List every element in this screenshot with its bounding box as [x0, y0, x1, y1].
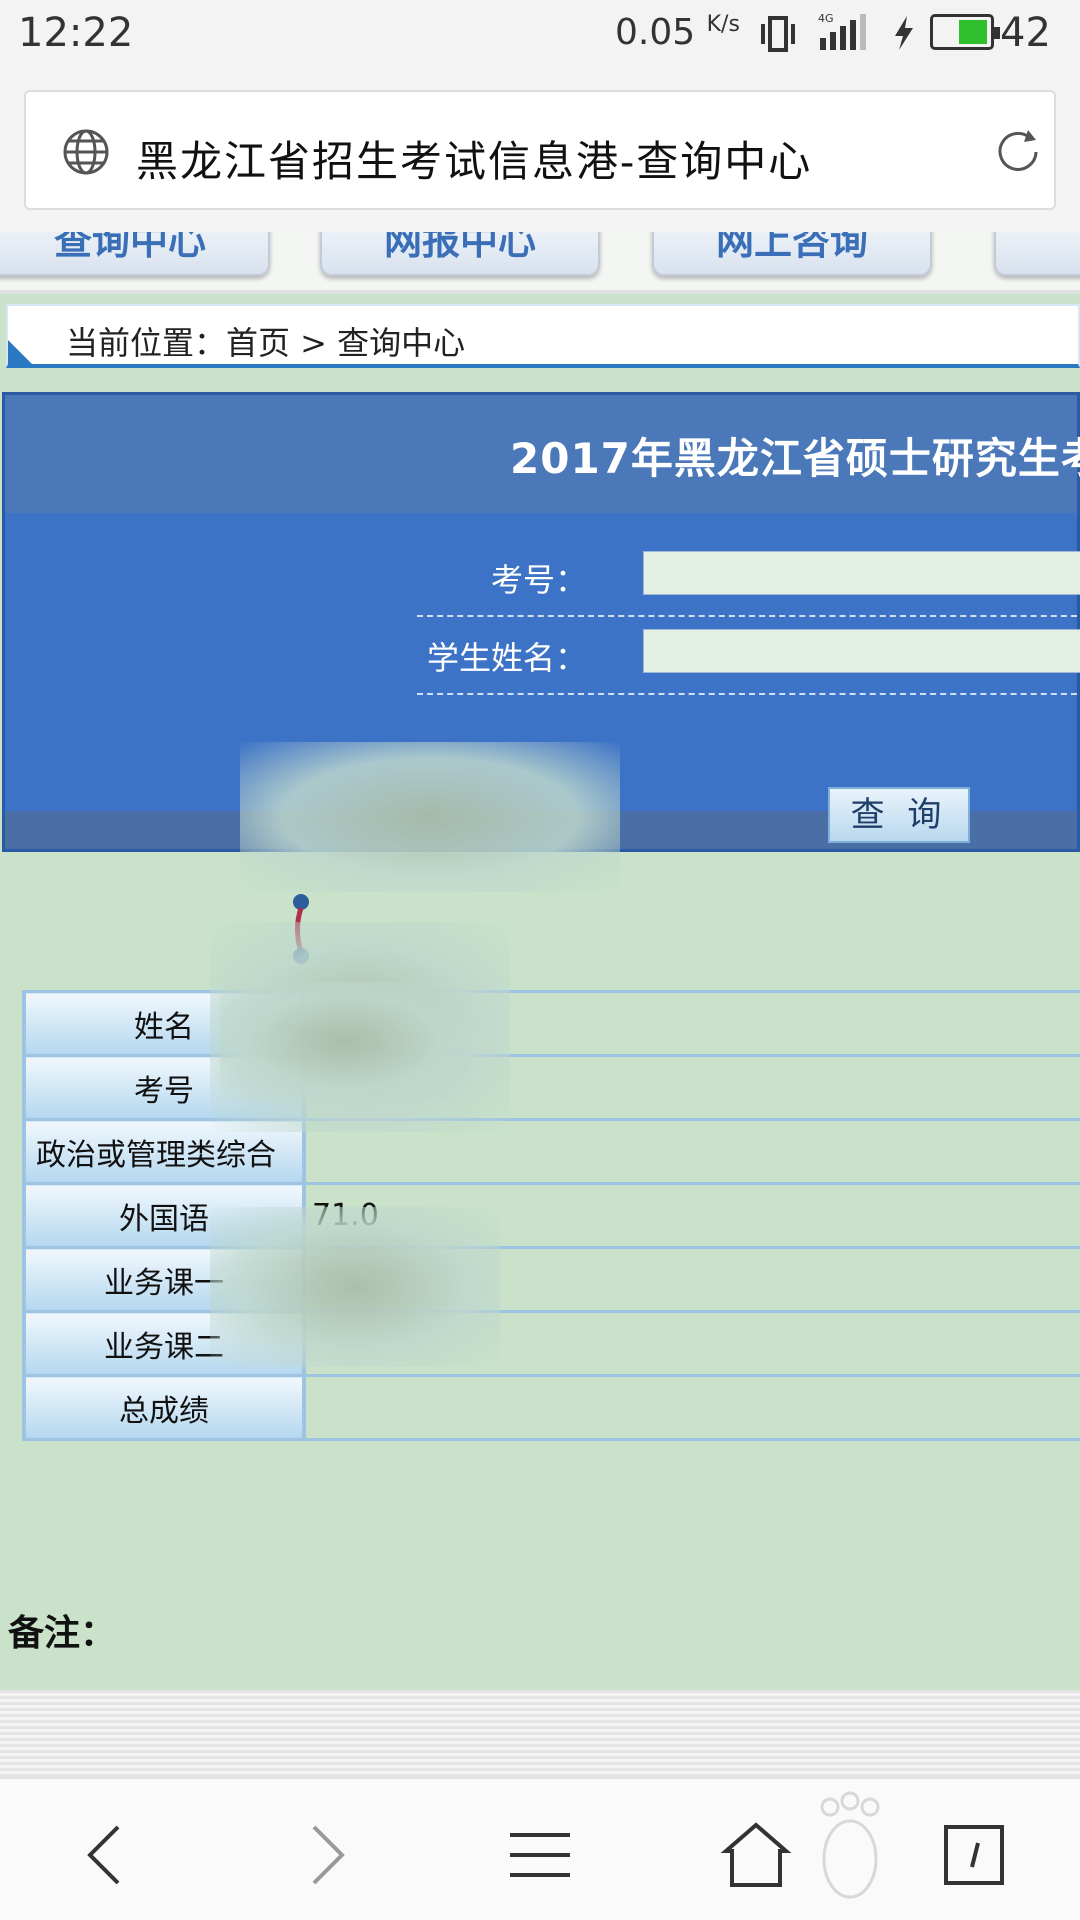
refresh-icon[interactable]	[990, 124, 1046, 180]
nav-tab-more[interactable]: 招	[994, 232, 1080, 276]
signal-icon: 4G	[818, 12, 866, 50]
nav-tab-registration[interactable]: 网报中心	[320, 232, 600, 276]
table-row: 外国语 71.0	[24, 1182, 1080, 1249]
exam-no-input[interactable]	[643, 551, 1080, 595]
score-table: 姓名 考号 政治或管理类综合 外国语 71.0 业务课一 业务课二 总成绩	[22, 990, 1080, 1441]
clock: 12:22	[18, 10, 134, 56]
table-row: 业务课一	[24, 1246, 1080, 1313]
query-panel-header: 2017年黑龙江省硕士研究生考	[5, 395, 1080, 513]
vibrate-icon	[761, 16, 795, 52]
status-bar: 12:22 0.05 K/s 4G 42	[0, 0, 1080, 70]
breadcrumb-text: 当前位置：首页 > 查询中心	[66, 324, 466, 362]
row-value	[304, 1374, 1080, 1441]
student-name-row: 学生姓名：	[417, 617, 1080, 695]
back-icon[interactable]	[70, 1819, 142, 1891]
table-row: 政治或管理类综合	[24, 1118, 1080, 1185]
browser-toolbar	[0, 1777, 1080, 1920]
table-row: 姓名	[24, 990, 1080, 1057]
student-name-input[interactable]	[643, 629, 1080, 673]
student-name-label: 学生姓名：	[426, 639, 587, 677]
charging-icon	[895, 16, 913, 50]
notes-label: 备注：	[8, 1612, 117, 1654]
menu-icon[interactable]	[504, 1819, 576, 1891]
network-speed: 0.05 K/s	[615, 12, 740, 53]
page-footer-stripe	[0, 1690, 1080, 1777]
query-panel-title: 2017年黑龙江省硕士研究生考	[510, 434, 1080, 483]
home-icon[interactable]	[720, 1819, 792, 1891]
table-row: 业务课二	[24, 1310, 1080, 1377]
tabs-icon[interactable]	[940, 1819, 1012, 1891]
table-row: 考号	[24, 1054, 1080, 1121]
globe-icon	[63, 129, 109, 175]
footprint-watermark-icon	[820, 1791, 880, 1899]
page-title: 黑龙江省招生考试信息港-查询中心	[136, 137, 813, 186]
svg-text:4G: 4G	[818, 12, 834, 25]
nav-tab-query[interactable]: 查询中心	[0, 232, 270, 276]
privacy-mosaic	[210, 1207, 500, 1367]
address-bar[interactable]: 黑龙江省招生考试信息港-查询中心	[24, 90, 1056, 210]
breadcrumb: 当前位置：首页 > 查询中心	[6, 304, 1080, 368]
exam-no-label: 考号：	[490, 561, 587, 599]
battery-icon	[930, 14, 1000, 50]
query-button[interactable]: 查 询	[828, 787, 970, 843]
site-nav: 查询中心 网报中心 网上咨询 招	[0, 232, 1080, 294]
exam-no-row: 考号：	[417, 539, 1080, 617]
table-row: 总成绩	[24, 1374, 1080, 1441]
privacy-mosaic	[220, 982, 470, 1102]
battery-level: 42	[1000, 10, 1051, 56]
row-label: 总成绩	[24, 1374, 306, 1441]
nav-tab-consult[interactable]: 网上咨询	[652, 232, 932, 276]
web-page: 查询中心 网报中心 网上咨询 招 当前位置：首页 > 查询中心 2017年黑龙江…	[0, 232, 1080, 1777]
forward-icon[interactable]	[290, 1819, 362, 1891]
privacy-mosaic	[240, 742, 620, 892]
